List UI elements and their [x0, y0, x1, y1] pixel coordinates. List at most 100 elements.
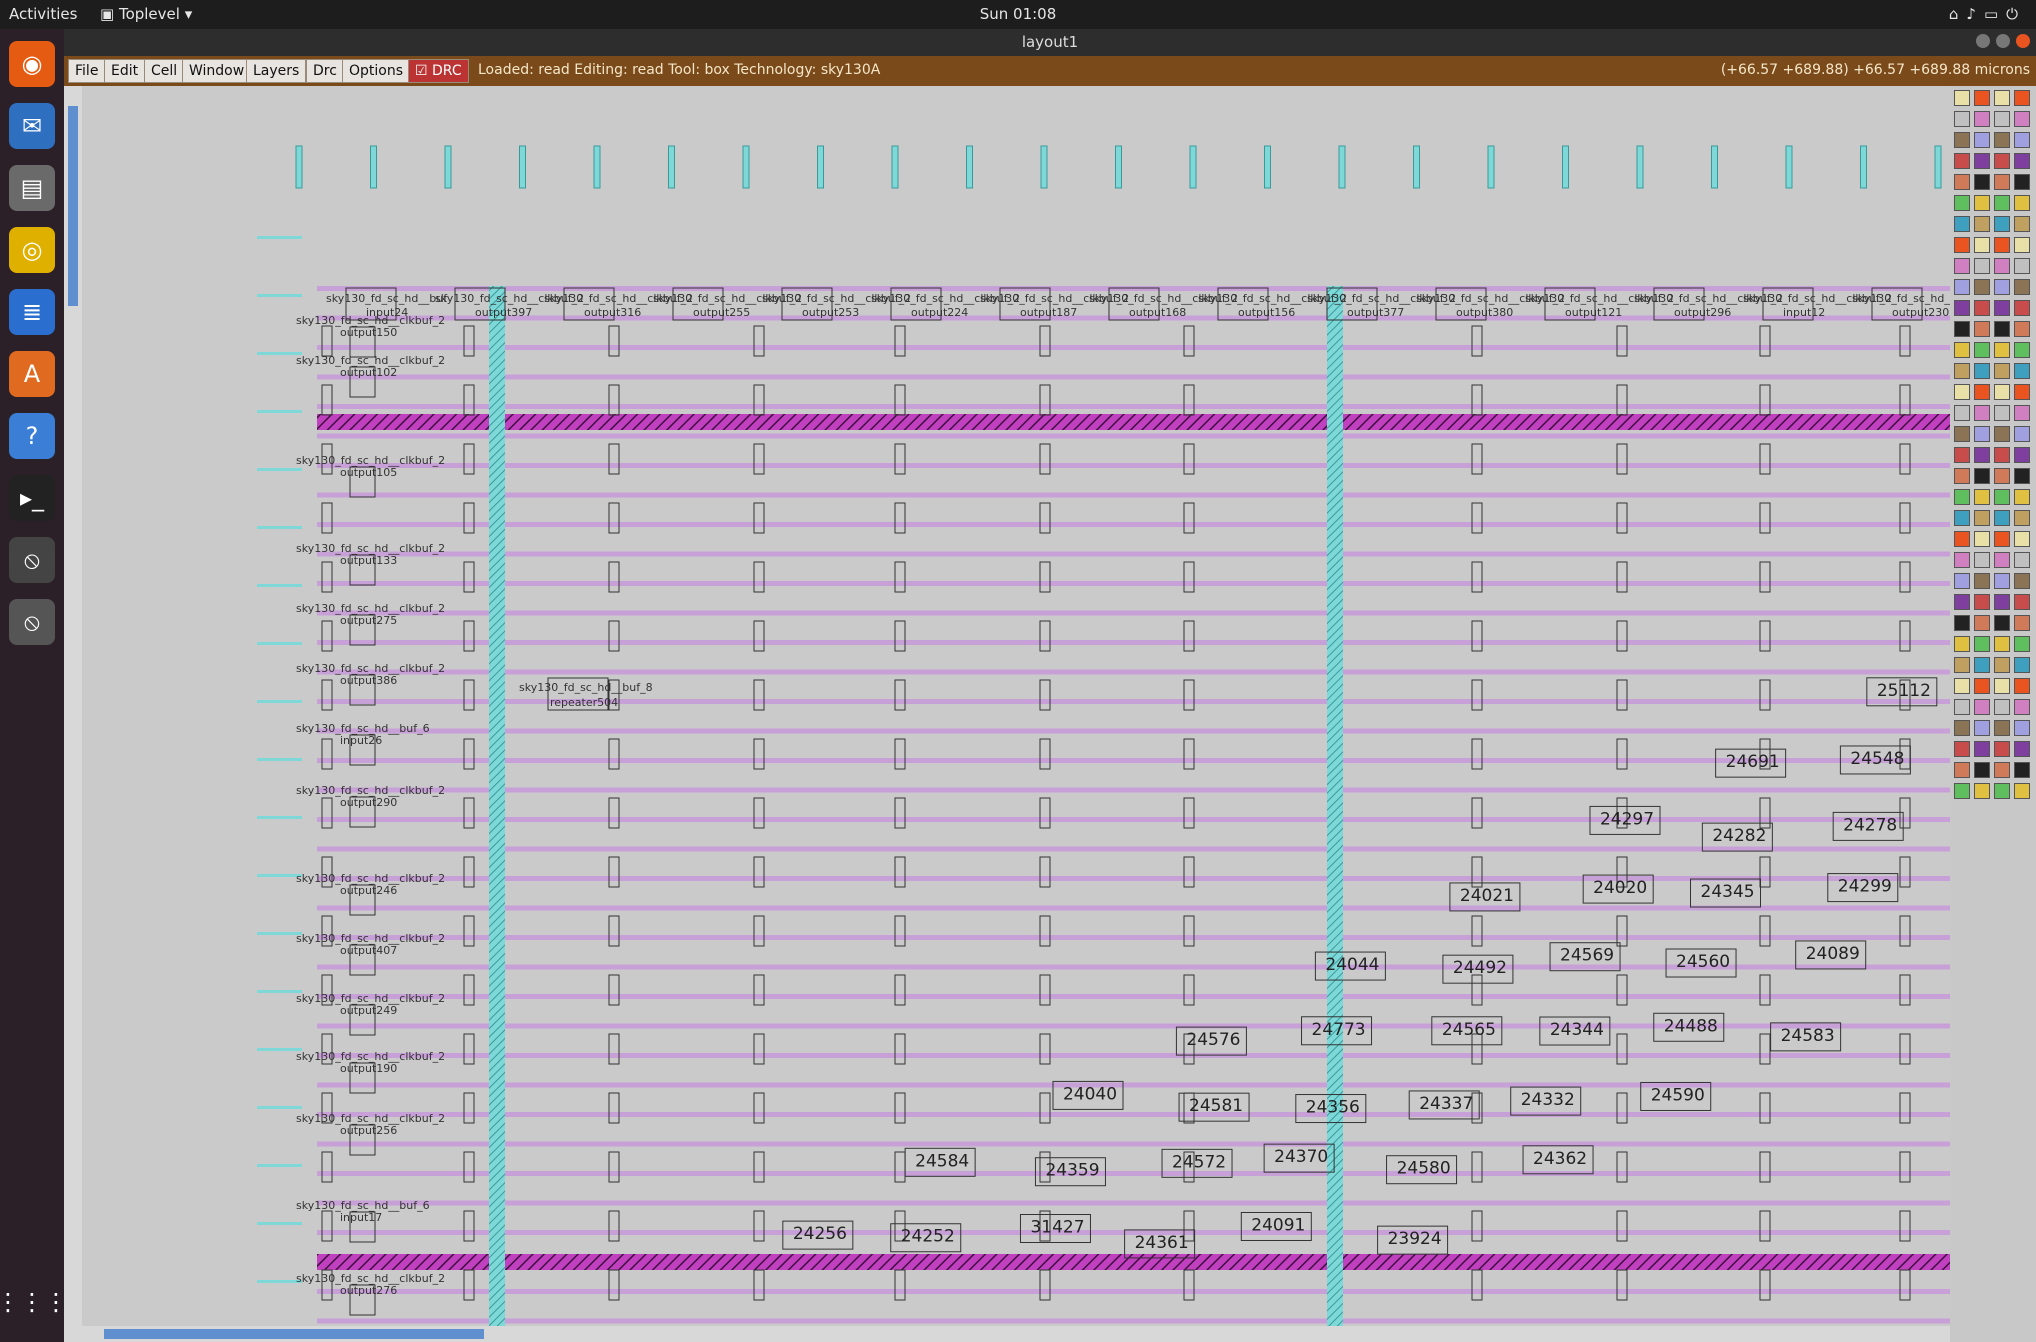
layer-swatch[interactable]	[2014, 510, 2030, 526]
menu-edit[interactable]: Edit	[104, 59, 146, 83]
layer-swatch[interactable]	[1994, 657, 2010, 673]
files-icon[interactable]: ▤	[9, 165, 55, 211]
layer-swatch[interactable]	[2014, 699, 2030, 715]
layer-swatch[interactable]	[1994, 363, 2010, 379]
minimize-icon[interactable]	[1976, 34, 1990, 48]
layer-swatch[interactable]	[1974, 153, 1990, 169]
layer-swatch[interactable]	[1994, 405, 2010, 421]
close-icon[interactable]	[2016, 34, 2030, 48]
layer-swatch[interactable]	[1954, 531, 1970, 547]
layer-swatch[interactable]	[1974, 762, 1990, 778]
layer-swatch[interactable]	[1954, 384, 1970, 400]
layer-swatch[interactable]	[2014, 321, 2030, 337]
layer-swatch[interactable]	[1974, 699, 1990, 715]
layer-swatch[interactable]	[1954, 552, 1970, 568]
layer-swatch[interactable]	[2014, 762, 2030, 778]
layer-swatch[interactable]	[1954, 636, 1970, 652]
layer-swatch[interactable]	[2014, 594, 2030, 610]
layer-swatch[interactable]	[1954, 279, 1970, 295]
layer-swatch[interactable]	[1954, 699, 1970, 715]
layer-swatch[interactable]	[1994, 552, 2010, 568]
vertical-scroll-thumb[interactable]	[68, 106, 78, 306]
menu-options[interactable]: Options	[342, 59, 411, 83]
layer-swatch[interactable]	[1974, 258, 1990, 274]
layer-swatch[interactable]	[1974, 90, 1990, 106]
layer-swatch[interactable]	[1954, 405, 1970, 421]
layer-swatch[interactable]	[1974, 573, 1990, 589]
layer-swatch[interactable]	[1994, 132, 2010, 148]
layer-swatch[interactable]	[1974, 321, 1990, 337]
layer-swatch[interactable]	[2014, 174, 2030, 190]
software-icon[interactable]: A	[9, 351, 55, 397]
layer-swatch[interactable]	[1954, 426, 1970, 442]
layer-swatch[interactable]	[2014, 111, 2030, 127]
layer-swatch[interactable]	[1994, 489, 2010, 505]
layer-swatch[interactable]	[1954, 237, 1970, 253]
layer-swatch[interactable]	[1974, 447, 1990, 463]
layer-swatch[interactable]	[1994, 720, 2010, 736]
layer-swatch[interactable]	[1954, 489, 1970, 505]
menu-layers[interactable]: Layers	[246, 59, 307, 83]
window-titlebar[interactable]: layout1	[64, 29, 2036, 56]
layer-swatch[interactable]	[1954, 447, 1970, 463]
layer-swatch[interactable]	[2014, 783, 2030, 799]
layer-swatch[interactable]	[1954, 363, 1970, 379]
layer-swatch[interactable]	[1974, 426, 1990, 442]
layer-swatch[interactable]	[1954, 762, 1970, 778]
layer-swatch[interactable]	[1974, 384, 1990, 400]
layer-swatch[interactable]	[1954, 153, 1970, 169]
blocked-app-icon[interactable]: ⦸	[9, 537, 55, 583]
layer-swatch[interactable]	[1994, 321, 2010, 337]
layer-swatch[interactable]	[1954, 195, 1970, 211]
vertical-scrollbar[interactable]	[64, 86, 82, 1326]
drc-toggle[interactable]: ☑ DRC	[408, 59, 469, 83]
layer-swatch[interactable]	[1994, 510, 2010, 526]
layer-swatch[interactable]	[1954, 720, 1970, 736]
layer-swatch[interactable]	[2014, 384, 2030, 400]
layer-swatch[interactable]	[2014, 489, 2030, 505]
layer-swatch[interactable]	[1954, 321, 1970, 337]
menu-file[interactable]: File	[68, 59, 106, 83]
layer-swatch[interactable]	[1974, 594, 1990, 610]
horizontal-scroll-thumb[interactable]	[104, 1329, 484, 1339]
horizontal-scrollbar[interactable]	[64, 1326, 1950, 1342]
layer-swatch[interactable]	[1974, 657, 1990, 673]
menu-window[interactable]: Window	[182, 59, 252, 83]
layer-swatch[interactable]	[1974, 489, 1990, 505]
layer-swatch[interactable]	[1954, 678, 1970, 694]
layer-swatch[interactable]	[1994, 384, 2010, 400]
layer-swatch[interactable]	[2014, 195, 2030, 211]
layer-swatch[interactable]	[1974, 468, 1990, 484]
layer-swatch[interactable]	[2014, 636, 2030, 652]
layer-swatch[interactable]	[1954, 258, 1970, 274]
layer-swatch[interactable]	[1954, 615, 1970, 631]
layer-swatch[interactable]	[1954, 300, 1970, 316]
layer-swatch[interactable]	[1954, 594, 1970, 610]
layer-swatch[interactable]	[1974, 195, 1990, 211]
layer-swatch[interactable]	[1974, 720, 1990, 736]
layer-swatch[interactable]	[1994, 594, 2010, 610]
layout-canvas[interactable]: sky130_fd_sc_hd__clkbuf_2 output150 sky130…	[82, 86, 1950, 1326]
layer-swatch[interactable]	[1974, 363, 1990, 379]
layer-swatch[interactable]	[2014, 300, 2030, 316]
layer-swatch[interactable]	[1954, 783, 1970, 799]
layer-swatch[interactable]	[1974, 531, 1990, 547]
blocked-app-active-icon[interactable]: ⦸	[9, 599, 55, 645]
layer-swatch[interactable]	[1954, 741, 1970, 757]
layer-swatch[interactable]	[1974, 279, 1990, 295]
layer-swatch[interactable]	[2014, 258, 2030, 274]
layer-swatch[interactable]	[1994, 762, 2010, 778]
layer-swatch[interactable]	[1974, 300, 1990, 316]
layer-swatch[interactable]	[1974, 741, 1990, 757]
clock[interactable]: Sun 01:08	[0, 5, 2036, 23]
layer-swatch[interactable]	[1994, 468, 2010, 484]
layer-swatch[interactable]	[2014, 363, 2030, 379]
layer-swatch[interactable]	[1974, 615, 1990, 631]
layer-swatch[interactable]	[1994, 111, 2010, 127]
layer-swatch[interactable]	[2014, 531, 2030, 547]
layer-swatch[interactable]	[2014, 90, 2030, 106]
layer-swatch[interactable]	[1954, 468, 1970, 484]
maximize-icon[interactable]	[1996, 34, 2010, 48]
layer-swatch[interactable]	[1974, 510, 1990, 526]
layer-swatch[interactable]	[1994, 279, 2010, 295]
